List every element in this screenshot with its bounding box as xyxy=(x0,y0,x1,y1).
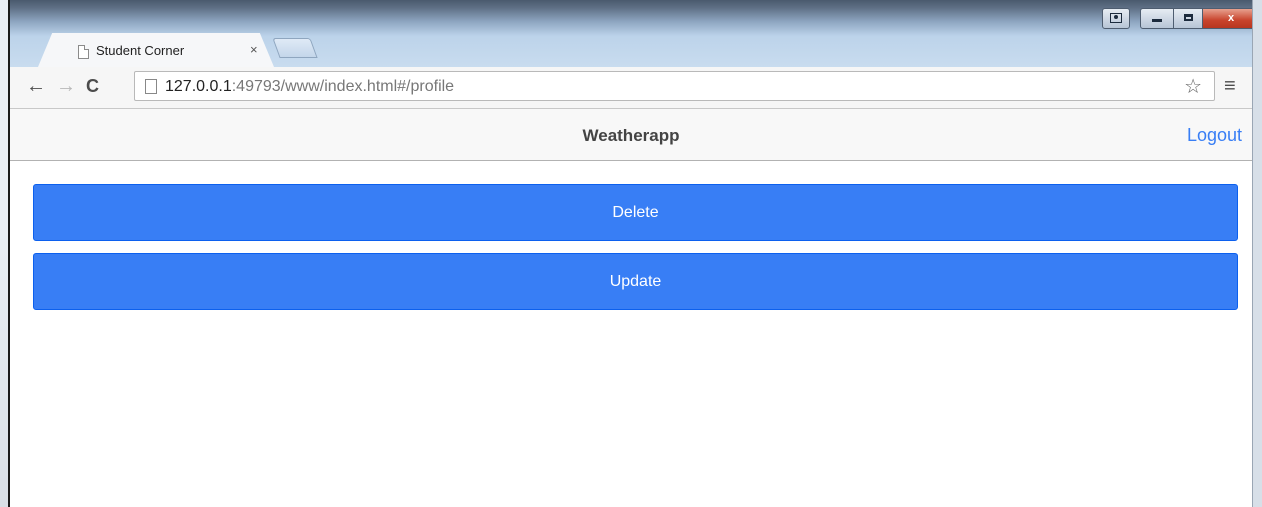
window-border-right xyxy=(1252,0,1262,507)
new-tab-button[interactable] xyxy=(272,38,318,58)
background-desktop xyxy=(0,0,8,507)
close-icon: x xyxy=(1227,12,1235,24)
page-icon xyxy=(78,45,89,59)
url-path: :49793/www/index.html#/profile xyxy=(231,78,455,95)
maximize-icon xyxy=(1183,14,1193,21)
update-button[interactable]: Update xyxy=(33,253,1238,310)
browser-titlebar[interactable]: Student Corner × x xyxy=(10,0,1260,68)
page-title: Weatherapp xyxy=(582,126,680,145)
menu-icon[interactable]: ≡ xyxy=(1224,75,1236,98)
tab-title: Student Corner xyxy=(96,43,185,58)
reload-icon[interactable]: C xyxy=(86,76,99,97)
maximize-button[interactable] xyxy=(1173,8,1203,29)
browser-toolbar: ← → C 127.0.0.1:49793/www/index.html#/pr… xyxy=(10,67,1252,109)
user-icon xyxy=(1110,13,1122,23)
page-icon xyxy=(145,79,157,94)
minimize-button[interactable] xyxy=(1140,8,1174,29)
app-header-bar: Weatherapp Logout xyxy=(10,109,1252,161)
address-bar[interactable]: 127.0.0.1:49793/www/index.html#/profile … xyxy=(134,71,1215,101)
minimize-icon xyxy=(1152,19,1162,22)
user-profile-button[interactable] xyxy=(1102,8,1130,29)
forward-arrow-icon[interactable]: → xyxy=(56,75,76,98)
logout-button[interactable]: Logout xyxy=(1187,125,1242,146)
web-page: Weatherapp Logout Delete Update xyxy=(10,109,1252,507)
tab-close-icon[interactable]: × xyxy=(250,42,258,57)
tab-student-corner[interactable]: Student Corner × xyxy=(38,33,274,67)
url-text[interactable]: 127.0.0.1:49793/www/index.html#/profile xyxy=(165,78,454,96)
back-arrow-icon[interactable]: ← xyxy=(26,75,46,98)
url-host: 127.0.0.1 xyxy=(165,78,232,95)
bookmark-star-icon[interactable]: ☆ xyxy=(1184,74,1202,99)
delete-button[interactable]: Delete xyxy=(33,184,1238,241)
